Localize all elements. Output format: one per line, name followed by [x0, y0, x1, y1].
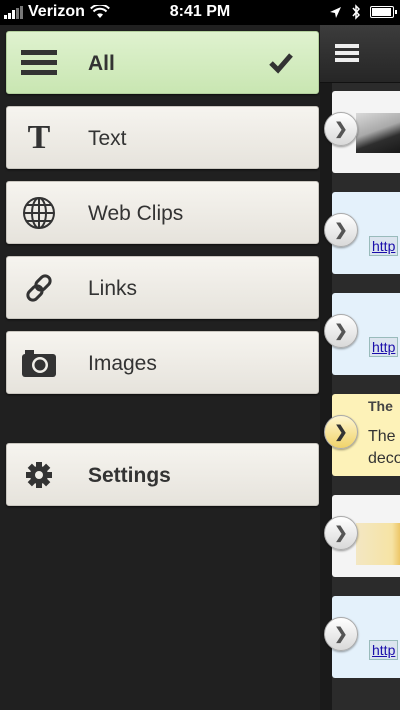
- menu-item-links[interactable]: Links: [6, 256, 319, 319]
- battery-icon: [370, 6, 397, 18]
- chevron-right-icon[interactable]: ❯: [324, 516, 358, 550]
- note-image-thumbnail: [356, 523, 400, 565]
- chain-link-icon: [20, 269, 58, 307]
- chevron-right-icon[interactable]: ❯: [324, 314, 358, 348]
- checkmark-icon: [269, 53, 293, 74]
- bluetooth-icon: [352, 4, 361, 20]
- content-toolbar: [320, 25, 400, 83]
- content-strip: [320, 83, 332, 710]
- status-icons: [329, 4, 397, 20]
- note-body: The deco: [368, 426, 400, 470]
- globe-icon: [20, 194, 58, 232]
- side-menu: All T Text Web Clips Links Images Settin…: [0, 25, 320, 710]
- chevron-right-icon[interactable]: ❯: [324, 213, 358, 247]
- menu-item-label: Settings: [88, 464, 171, 487]
- menu-item-settings[interactable]: Settings: [6, 443, 319, 506]
- menu-item-label: Images: [88, 352, 157, 375]
- status-bar: Verizon 8:41 PM: [0, 0, 400, 25]
- location-arrow-icon: [330, 6, 341, 18]
- menu-item-label: Text: [88, 127, 127, 150]
- hamburger-icon: [20, 44, 58, 82]
- menu-item-web-clips[interactable]: Web Clips: [6, 181, 319, 244]
- menu-item-label: All: [88, 52, 115, 75]
- note-line: deco: [368, 450, 400, 467]
- note-link-text[interactable]: http: [369, 236, 399, 256]
- menu-item-label: Links: [88, 277, 138, 300]
- chevron-right-icon[interactable]: ❯: [324, 415, 358, 449]
- chevron-right-icon[interactable]: ❯: [324, 617, 358, 651]
- menu-item-all[interactable]: All: [6, 31, 319, 94]
- gear-icon: [20, 456, 58, 494]
- note-link-text[interactable]: http: [369, 337, 399, 357]
- camera-icon: [20, 344, 58, 382]
- menu-item-label: Web Clips: [88, 202, 184, 225]
- text-t-icon: T: [27, 119, 51, 156]
- note-image-thumbnail: [356, 113, 400, 153]
- note-title: The: [368, 398, 393, 414]
- content-panel: ❯ http ❯ http ❯ The The deco ❯ ❯ http ❯: [320, 25, 400, 710]
- menu-item-images[interactable]: Images: [6, 331, 319, 394]
- menu-toggle-icon[interactable]: [335, 43, 359, 63]
- menu-item-text[interactable]: T Text: [6, 106, 319, 169]
- note-link-text[interactable]: http: [369, 640, 399, 660]
- note-line: The: [368, 428, 396, 445]
- chevron-right-icon[interactable]: ❯: [324, 112, 358, 146]
